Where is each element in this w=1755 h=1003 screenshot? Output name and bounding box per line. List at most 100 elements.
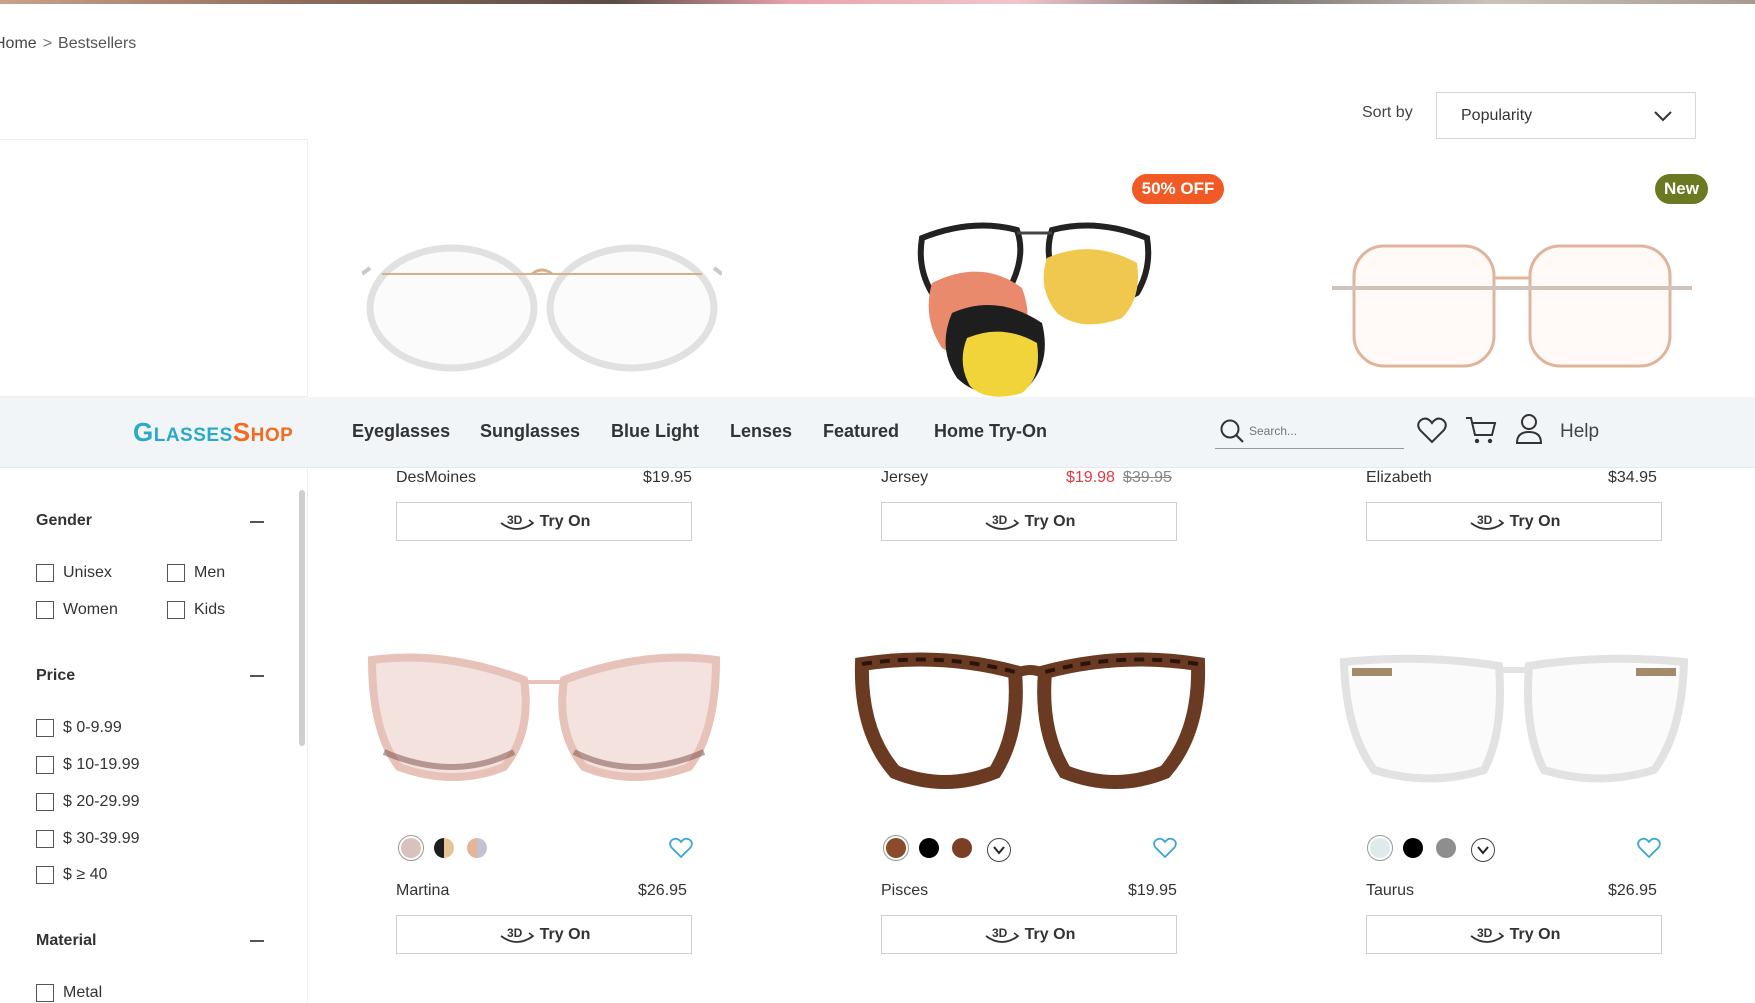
search-icon[interactable] (1219, 418, 1245, 444)
try-on-button-desmoines[interactable]: 3D Try On (396, 502, 692, 541)
try-on-label: Try On (539, 512, 591, 530)
favorite-heart-icon[interactable] (669, 837, 693, 859)
help-link[interactable]: Help (1560, 421, 1599, 443)
color-swatch-martina-2[interactable] (434, 838, 454, 858)
favorite-heart-icon[interactable] (1153, 837, 1177, 859)
search-box (1215, 414, 1404, 449)
cart-icon[interactable] (1465, 415, 1497, 445)
breadcrumb-separator: > (42, 35, 53, 52)
try-on-button-martina[interactable]: 3D Try On (396, 915, 692, 954)
nav-sunglasses[interactable]: Sunglasses (480, 421, 580, 442)
color-swatch-taurus-3[interactable] (1436, 838, 1456, 858)
chevron-down-icon (1654, 111, 1672, 122)
new-badge: New (1655, 174, 1708, 204)
filter-price-40-plus[interactable]: $ ≥ 40 (36, 866, 107, 884)
product-name-pisces[interactable]: Pisces (881, 882, 928, 900)
product-name-taurus[interactable]: Taurus (1366, 882, 1414, 900)
filter-gender-women[interactable]: Women (36, 601, 118, 619)
breadcrumb-current: Bestsellers (58, 35, 137, 52)
checkbox[interactable] (36, 830, 54, 848)
nav-blue-light[interactable]: Blue Light (611, 421, 699, 442)
svg-text:3D: 3D (992, 513, 1008, 527)
discount-badge: 50% OFF (1132, 174, 1224, 204)
product-image-taurus[interactable] (1334, 652, 1694, 792)
product-name-desmoines[interactable]: DesMoines (396, 469, 476, 487)
nav-featured[interactable]: Featured (823, 421, 899, 442)
hero-image-strip (0, 0, 1755, 4)
product-name-elizabeth[interactable]: Elizabeth (1366, 469, 1432, 487)
filter-price-20-29[interactable]: $ 20-29.99 (36, 793, 140, 811)
try-on-label: Try On (1024, 925, 1076, 943)
filter-material-metal[interactable]: Metal (36, 984, 102, 1002)
sort-dropdown[interactable]: Popularity (1436, 92, 1696, 139)
color-swatch-taurus-1[interactable] (1370, 838, 1390, 858)
color-swatch-pisces-1[interactable] (886, 838, 906, 858)
checkbox[interactable] (36, 756, 54, 774)
filter-gender-unisex[interactable]: Unisex (36, 564, 112, 582)
favorite-heart-icon[interactable] (1637, 837, 1661, 859)
color-swatch-pisces-3[interactable] (952, 838, 972, 858)
glassesshop-logo[interactable]: GLASSESSHOP (133, 417, 293, 448)
nav-home-try-on[interactable]: Home Try-On (934, 421, 1047, 442)
try-on-label: Try On (1509, 512, 1561, 530)
try-on-button-taurus[interactable]: 3D Try On (1366, 915, 1662, 954)
checkbox[interactable] (36, 719, 54, 737)
search-input[interactable] (1249, 420, 1399, 442)
filter-material-title[interactable]: Material (36, 932, 96, 950)
color-swatch-taurus-2[interactable] (1403, 838, 1423, 858)
filter-price-10-19[interactable]: $ 10-19.99 (36, 756, 140, 774)
try-on-label: Try On (1024, 512, 1076, 530)
checkbox[interactable] (36, 564, 54, 582)
product-price-desmoines: $19.95 (643, 469, 692, 486)
checkbox[interactable] (167, 601, 185, 619)
3d-try-on-icon: 3D (983, 511, 1021, 533)
product-image-jersey[interactable] (912, 218, 1162, 398)
product-price-taurus: $26.95 (1608, 882, 1657, 899)
color-swatch-pisces-2[interactable] (919, 838, 939, 858)
product-price-pisces: $19.95 (1128, 882, 1177, 899)
product-image-desmoines[interactable] (362, 240, 722, 375)
try-on-button-jersey[interactable]: 3D Try On (881, 502, 1177, 541)
checkbox[interactable] (167, 564, 185, 582)
checkbox[interactable] (36, 793, 54, 811)
svg-text:3D: 3D (507, 513, 523, 527)
breadcrumb-home[interactable]: Home (0, 35, 37, 52)
more-colors-chevron-icon[interactable] (987, 838, 1011, 862)
3d-try-on-icon: 3D (983, 924, 1021, 946)
svg-text:3D: 3D (1477, 513, 1493, 527)
product-image-pisces[interactable] (850, 652, 1210, 792)
collapse-minus-icon[interactable] (250, 675, 264, 677)
collapse-minus-icon[interactable] (250, 521, 264, 523)
filter-price-30-39[interactable]: $ 30-39.99 (36, 830, 140, 848)
checkbox[interactable] (36, 984, 54, 1002)
filter-gender-title[interactable]: Gender (36, 512, 92, 530)
3d-try-on-icon: 3D (1468, 511, 1506, 533)
svg-text:3D: 3D (992, 926, 1008, 940)
try-on-button-elizabeth[interactable]: 3D Try On (1366, 502, 1662, 541)
wishlist-heart-icon[interactable] (1417, 416, 1447, 444)
try-on-button-pisces[interactable]: 3D Try On (881, 915, 1177, 954)
filter-gender-kids[interactable]: Kids (167, 601, 225, 619)
color-swatch-martina-3[interactable] (467, 838, 487, 858)
account-user-icon[interactable] (1515, 413, 1543, 445)
more-colors-chevron-icon[interactable] (1471, 838, 1495, 862)
filter-price-0-9[interactable]: $ 0-9.99 (36, 719, 122, 737)
nav-lenses[interactable]: Lenses (730, 421, 792, 442)
filter-price-title[interactable]: Price (36, 667, 75, 685)
try-on-label: Try On (539, 925, 591, 943)
svg-text:3D: 3D (507, 926, 523, 940)
sidebar-scrollbar[interactable] (299, 490, 305, 746)
product-image-martina[interactable] (364, 652, 724, 787)
product-image-elizabeth[interactable] (1332, 238, 1692, 378)
checkbox[interactable] (36, 601, 54, 619)
product-name-martina[interactable]: Martina (396, 882, 449, 900)
color-swatch-martina-1[interactable] (401, 838, 421, 858)
checkbox[interactable] (36, 866, 54, 884)
product-name-jersey[interactable]: Jersey (881, 469, 928, 487)
product-price-martina: $26.95 (638, 882, 687, 899)
sale-price: $19.98 (1066, 469, 1115, 486)
3d-try-on-icon: 3D (498, 511, 536, 533)
filter-gender-men[interactable]: Men (167, 564, 225, 582)
collapse-minus-icon[interactable] (250, 940, 264, 942)
nav-eyeglasses[interactable]: Eyeglasses (352, 421, 450, 442)
